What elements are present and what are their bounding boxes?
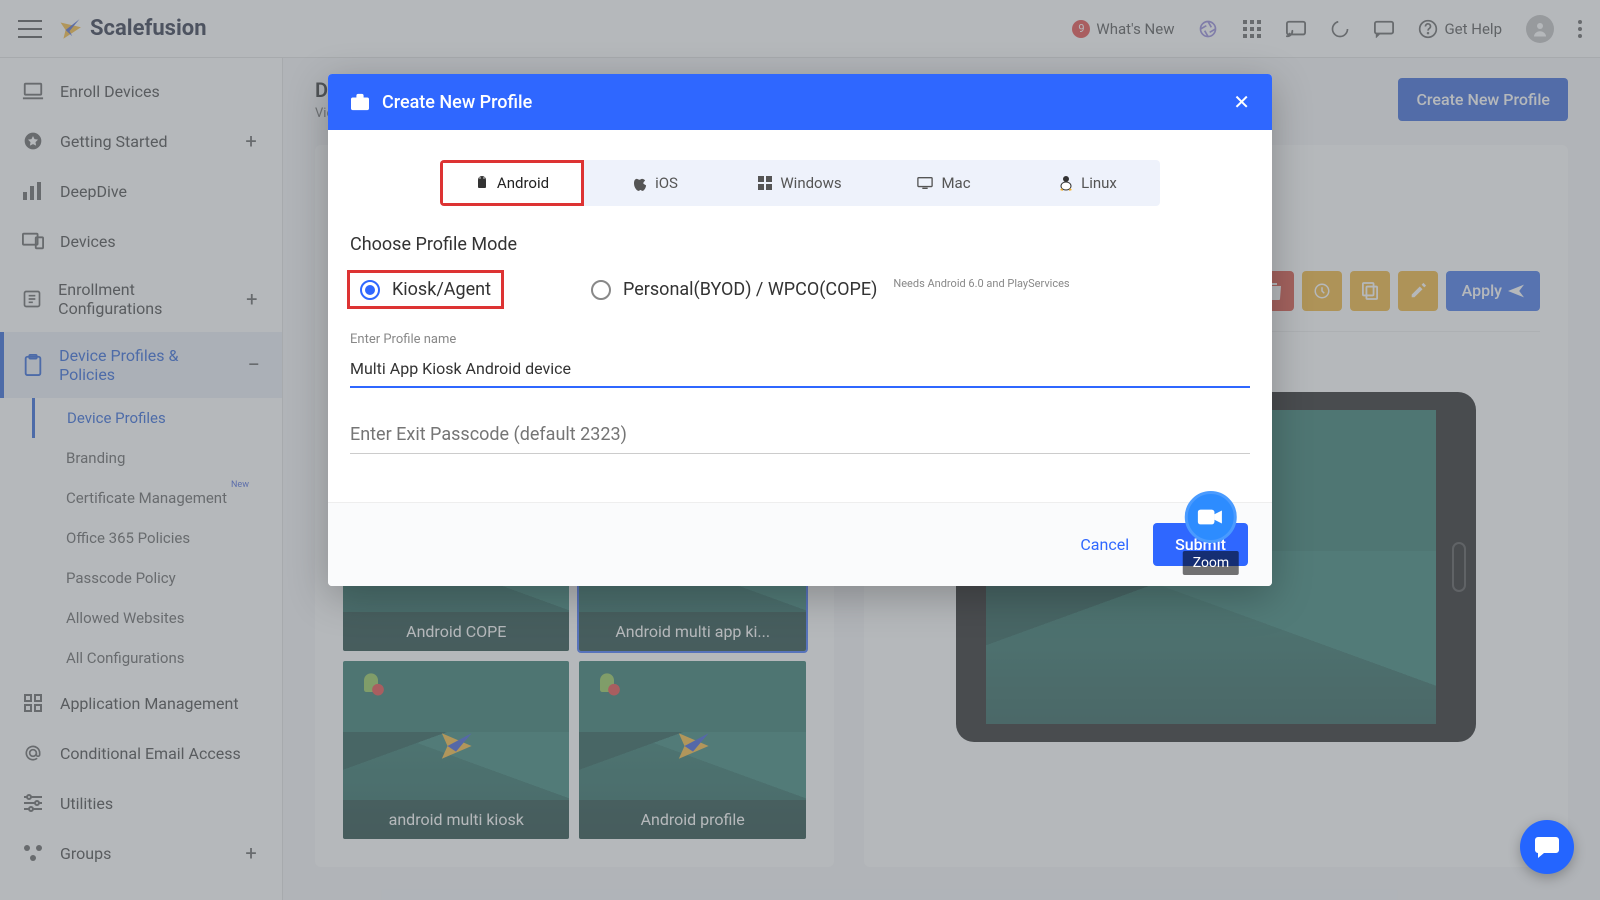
tab-label: iOS [655, 174, 678, 192]
zoom-label: Zoom [1183, 551, 1240, 575]
radio-kiosk-agent[interactable]: Kiosk/Agent [350, 273, 501, 306]
chat-fab-button[interactable] [1520, 820, 1574, 874]
modal-title: Create New Profile [382, 92, 532, 113]
zoom-app-shortcut: Zoom [1183, 491, 1240, 575]
tab-linux[interactable]: Linux [1016, 160, 1160, 206]
radio-dot-icon [591, 280, 611, 300]
chat-bubble-icon [1534, 835, 1560, 859]
radio-dot-icon [360, 280, 380, 300]
tab-android[interactable]: Android [440, 160, 584, 206]
profile-name-input[interactable] [350, 351, 1250, 388]
modal-overlay: Create New Profile ✕ Android iOS Windows [0, 0, 1600, 900]
linux-icon [1059, 175, 1073, 191]
tab-mac[interactable]: Mac [872, 160, 1016, 206]
monitor-icon [917, 176, 933, 190]
android-icon [475, 175, 489, 191]
video-camera-icon [1185, 491, 1237, 543]
tab-label: Linux [1081, 174, 1117, 192]
windows-icon [758, 176, 772, 190]
modal-header: Create New Profile ✕ [328, 74, 1272, 130]
exit-passcode-input[interactable] [350, 416, 1250, 454]
tab-ios[interactable]: iOS [584, 160, 728, 206]
tab-label: Android [497, 174, 549, 192]
profile-mode-radios: Kiosk/Agent Personal(BYOD) / WPCO(COPE) … [350, 273, 1250, 306]
profile-mode-heading: Choose Profile Mode [350, 234, 1250, 255]
modal-footer: Cancel Submit [328, 502, 1272, 586]
platform-tabs: Android iOS Windows Mac Linux [440, 160, 1160, 206]
radio-note: Needs Android 6.0 and PlayServices [893, 277, 1069, 290]
tab-windows[interactable]: Windows [728, 160, 872, 206]
tab-label: Mac [941, 174, 970, 192]
apple-icon [634, 176, 647, 191]
radio-label: Kiosk/Agent [392, 279, 491, 300]
radio-byod[interactable]: Personal(BYOD) / WPCO(COPE) Needs Androi… [581, 273, 1080, 306]
radio-label: Personal(BYOD) / WPCO(COPE) [623, 279, 877, 300]
cancel-button[interactable]: Cancel [1080, 535, 1129, 554]
close-icon[interactable]: ✕ [1233, 90, 1250, 114]
create-profile-modal: Create New Profile ✕ Android iOS Windows [328, 74, 1272, 586]
briefcase-icon [350, 93, 370, 111]
tab-label: Windows [780, 174, 841, 192]
profile-name-label: Enter Profile name [350, 332, 1250, 347]
